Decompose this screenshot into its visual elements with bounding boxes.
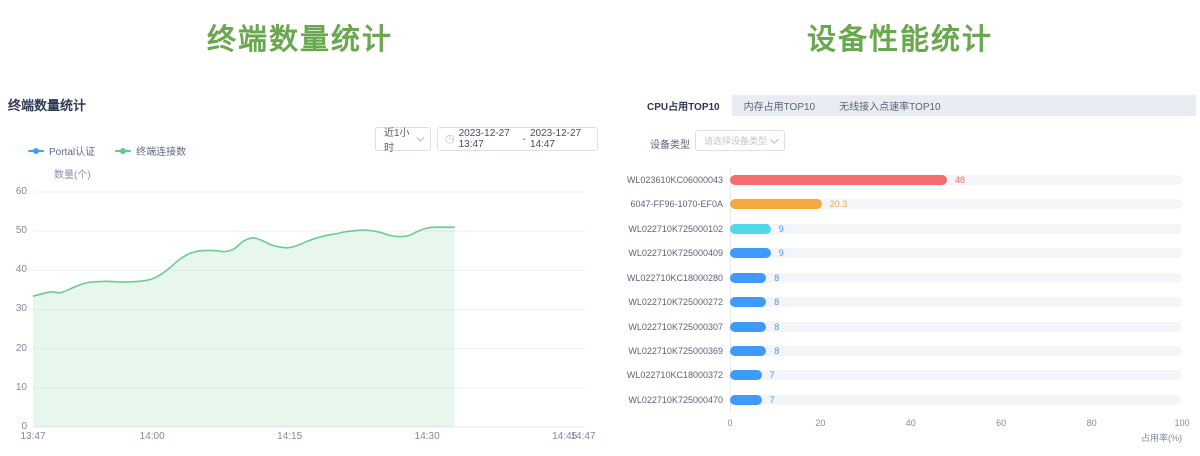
bar-track (730, 297, 1182, 307)
x-tick-label: 14:47 (563, 431, 603, 442)
bar-x-axis-title: 占用率(%) (1102, 431, 1182, 444)
chevron-down-icon (416, 133, 424, 141)
x-tick-label: 13:47 (13, 431, 53, 442)
bar (730, 175, 947, 185)
x-tick-label: 14:30 (407, 431, 447, 442)
tab-memory-top10[interactable]: 内存占用TOP10 (732, 95, 828, 116)
bar-value-label: 48 (955, 174, 965, 186)
clock-icon: ◷ (445, 134, 455, 145)
device-section-title: 设备性能统计 (600, 16, 1200, 58)
legend-label: Portal认证 (49, 143, 95, 158)
bar-value-label: 8 (774, 272, 779, 284)
bar-category-label: 6047-FF96-1070-EF0A (598, 199, 723, 209)
x-tick-label: 14:00 (132, 431, 172, 442)
legend-item-terminal[interactable]: 终端连接数 (115, 143, 186, 158)
terminal-section-title: 终端数量统计 (0, 16, 600, 58)
device-type-placeholder: 请选择设备类型 (704, 134, 767, 147)
y-tick-label: 30 (0, 304, 27, 314)
chevron-down-icon (770, 135, 778, 143)
bar-x-tick-label: 40 (896, 418, 926, 428)
area-fill (33, 227, 455, 427)
bar-category-label: WL022710K725000272 (598, 297, 723, 307)
dashboard: 终端数量统计 设备性能统计 终端数量统计 近1小时 ◷ 2023-12-27 1… (0, 0, 1200, 456)
bar-category-label: WL022710K725000470 (598, 395, 723, 405)
date-separator: - (523, 134, 526, 145)
bar-track (730, 322, 1182, 332)
bar-value-label: 9 (779, 247, 784, 259)
y-axis-title: 数量(个) (54, 166, 91, 181)
bar-value-label: 8 (774, 296, 779, 308)
y-tick-label: 20 (0, 344, 27, 354)
y-tick-label: 60 (0, 187, 27, 197)
bar-x-tick-label: 20 (805, 418, 835, 428)
bar-track (730, 248, 1182, 258)
bar-value-label: 8 (774, 321, 779, 333)
bar-value-label: 7 (770, 394, 775, 406)
bar-category-label: WL022710KC18000372 (598, 370, 723, 380)
bar-value-label: 8 (774, 345, 779, 357)
date-end: 2023-12-27 14:47 (530, 128, 590, 150)
bar (730, 199, 822, 209)
bar-category-label: WL022710K725000307 (598, 322, 723, 332)
terminal-panel-title: 终端数量统计 (8, 95, 86, 114)
bar (730, 248, 771, 258)
bar (730, 322, 766, 332)
bar-x-tick-label: 100 (1167, 418, 1197, 428)
time-range-value: 近1小时 (384, 124, 416, 154)
tab-bar: CPU占用TOP10 内存占用TOP10 无线接入点速率TOP10 (635, 95, 1196, 116)
bar-track (730, 224, 1182, 234)
bar-category-label: WL022710K725000102 (598, 224, 723, 234)
legend-item-portal[interactable]: Portal认证 (28, 143, 95, 158)
bar-track (730, 370, 1182, 380)
legend-label: 终端连接数 (136, 143, 186, 158)
bar-x-tick-label: 80 (1077, 418, 1107, 428)
device-type-label: 设备类型 (650, 136, 690, 151)
bar-track (730, 395, 1182, 405)
bar-value-label: 9 (779, 223, 784, 235)
date-start: 2023-12-27 13:47 (459, 128, 519, 150)
x-tick-label: 14:15 (270, 431, 310, 442)
bar-category-label: WL022710K725000409 (598, 248, 723, 258)
tab-cpu-top10[interactable]: CPU占用TOP10 (635, 95, 732, 116)
terminal-line-chart (0, 185, 600, 445)
bar-category-label: WL022710K725000369 (598, 346, 723, 356)
bar (730, 370, 762, 380)
time-range-select[interactable]: 近1小时 (375, 127, 431, 151)
bar (730, 346, 766, 356)
bar-category-label: WL023610KC06000043 (598, 175, 723, 185)
y-tick-label: 40 (0, 265, 27, 275)
device-type-select[interactable]: 请选择设备类型 (695, 130, 785, 151)
bar-axis-line (730, 168, 731, 412)
bar (730, 297, 766, 307)
legend-marker-blue (28, 147, 44, 155)
bar-x-tick-label: 60 (986, 418, 1016, 428)
bar (730, 273, 766, 283)
bar-track (730, 175, 1182, 185)
bar (730, 395, 762, 405)
y-tick-label: 50 (0, 226, 27, 236)
bar (730, 224, 771, 234)
y-tick-label: 10 (0, 383, 27, 393)
bar-track (730, 346, 1182, 356)
date-range-picker[interactable]: ◷ 2023-12-27 13:47 - 2023-12-27 14:47 (437, 127, 598, 151)
bar-x-tick-label: 0 (715, 418, 745, 428)
bar-value-label: 7 (770, 369, 775, 381)
bar-track (730, 273, 1182, 283)
bar-value-label: 20.3 (830, 198, 848, 210)
bar-track (730, 199, 1182, 209)
legend: Portal认证 终端连接数 (28, 143, 186, 158)
tab-wireless-ap-rate-top10[interactable]: 无线接入点速率TOP10 (827, 95, 953, 116)
bar-category-label: WL022710KC18000280 (598, 273, 723, 283)
legend-marker-green (115, 147, 131, 155)
